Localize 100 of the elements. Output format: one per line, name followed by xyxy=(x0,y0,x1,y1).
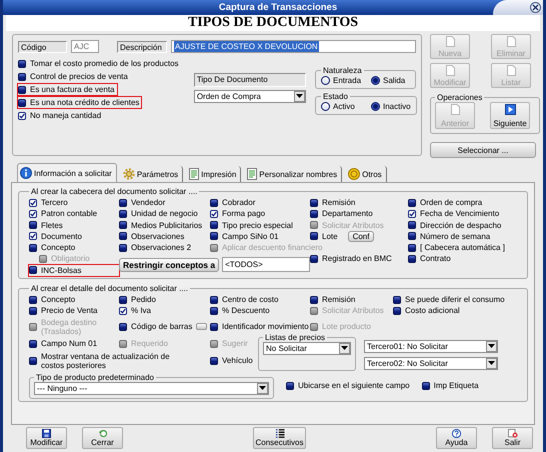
sheet-icon xyxy=(247,168,258,180)
tab[interactable]: Parámetros xyxy=(120,166,184,182)
checkbox[interactable] xyxy=(408,210,416,218)
checkbox[interactable] xyxy=(310,296,318,304)
checkbox[interactable] xyxy=(119,198,127,206)
close-button[interactable]: Cerrar xyxy=(82,427,123,450)
checkbox[interactable] xyxy=(119,210,127,218)
concepts-field[interactable]: <TODOS> xyxy=(222,257,310,272)
checkbox[interactable] xyxy=(29,232,37,240)
close-button[interactable] xyxy=(530,2,541,13)
group-title: Al crear la cabecera del documento solicitar .... xyxy=(30,187,198,196)
checkbox[interactable] xyxy=(29,356,37,365)
group-title: Al crear el detalle del documento solicitar .... xyxy=(30,284,189,293)
checkbox[interactable] xyxy=(210,221,218,230)
checkbox[interactable] xyxy=(408,254,416,263)
checkbox[interactable] xyxy=(29,244,37,252)
checkbox[interactable] xyxy=(18,98,26,106)
checkbox[interactable] xyxy=(18,72,26,80)
checkbox[interactable] xyxy=(210,232,218,240)
checkbox[interactable] xyxy=(18,60,26,68)
checkbox[interactable] xyxy=(29,198,37,206)
code-field[interactable]: AJC xyxy=(71,40,99,53)
tab[interactable]: Información a solicitar xyxy=(17,163,117,182)
group-title: Operaciones xyxy=(436,93,484,102)
radio-button[interactable] xyxy=(321,76,330,85)
checkbox[interactable] xyxy=(408,244,416,252)
checkbox[interactable] xyxy=(310,198,318,206)
checkbox[interactable] xyxy=(408,198,416,206)
checkbox[interactable] xyxy=(29,296,37,304)
group-title: Tipo de producto predeterminado xyxy=(35,372,155,382)
checkbox[interactable] xyxy=(408,221,416,230)
checkbox[interactable] xyxy=(310,210,318,218)
checkbox[interactable] xyxy=(210,296,218,304)
tab[interactable]: Personalizar nombres xyxy=(245,166,342,182)
checkbox[interactable] xyxy=(210,198,218,206)
radio-button[interactable] xyxy=(371,102,380,111)
checkbox[interactable] xyxy=(210,322,218,331)
checkbox-label: Remisión xyxy=(322,295,356,304)
checkbox[interactable] xyxy=(119,232,127,240)
tab[interactable]: Otros xyxy=(346,166,387,182)
config-button[interactable]: Conf xyxy=(348,230,374,242)
checkbox-label: Remisión xyxy=(322,198,356,207)
document-icon xyxy=(506,36,516,47)
next-button[interactable]: Siguiente xyxy=(490,102,530,129)
checkbox-label: INC-Bolsas xyxy=(41,266,82,275)
checkbox-label: Solicitar Atributos xyxy=(322,220,384,230)
exit-button[interactable]: Salir xyxy=(492,427,533,450)
dropdown[interactable]: Tercero01: No Solicitar xyxy=(364,340,498,353)
dropdown[interactable]: --- Ninguno --- xyxy=(34,382,269,395)
checkbox[interactable] xyxy=(286,382,294,390)
checkbox[interactable] xyxy=(119,244,127,252)
checkbox-label: Orden de compra xyxy=(420,198,482,207)
checkbox[interactable] xyxy=(119,306,127,315)
sequences-button[interactable]: Consecutivos xyxy=(253,427,306,450)
checkbox[interactable] xyxy=(18,86,26,94)
radio-button[interactable] xyxy=(371,76,380,85)
checkbox[interactable] xyxy=(119,322,127,331)
play-icon xyxy=(504,104,516,115)
document-icon xyxy=(446,36,454,47)
checkbox[interactable] xyxy=(210,356,218,365)
dropdown[interactable]: Orden de Compra xyxy=(194,90,306,103)
checkbox-label: Forma pago xyxy=(222,209,266,218)
dropdown[interactable]: No Solicitar xyxy=(263,342,351,355)
checkbox[interactable] xyxy=(210,210,218,218)
radio-button[interactable] xyxy=(321,102,330,111)
checkbox[interactable] xyxy=(29,221,37,230)
checkbox[interactable] xyxy=(18,112,26,120)
checkbox-label: Tercero xyxy=(41,198,68,207)
checkbox[interactable] xyxy=(29,340,37,348)
radio-label: Entrada xyxy=(333,76,362,85)
checkbox-label: Medios Publicitarios xyxy=(131,220,202,230)
checkbox-label: Sugerir xyxy=(222,339,248,348)
modify-button[interactable]: Modificar xyxy=(26,427,67,450)
help-button[interactable]: Ayuda xyxy=(436,427,477,450)
checkbox[interactable] xyxy=(29,306,37,315)
checkbox[interactable] xyxy=(119,296,127,304)
checkbox[interactable] xyxy=(310,232,318,240)
field-label: Descripción xyxy=(117,40,167,52)
restrict-button[interactable]: Restringir conceptos a xyxy=(119,258,220,272)
checkbox[interactable] xyxy=(310,254,318,263)
checkbox[interactable] xyxy=(119,221,127,230)
checkbox[interactable] xyxy=(210,306,218,315)
checkbox-label: Fletes xyxy=(41,220,63,230)
description-field[interactable]: AJUSTE DE COSTEO X DEVOLUCION xyxy=(171,40,416,53)
checkbox[interactable] xyxy=(393,306,401,315)
select-button[interactable]: Seleccionar ... xyxy=(430,142,536,158)
checkbox[interactable] xyxy=(408,232,416,240)
caret-icon xyxy=(341,346,348,351)
checkbox[interactable] xyxy=(29,210,37,218)
checkbox[interactable] xyxy=(393,296,401,304)
checkbox-label: Requerido xyxy=(131,339,168,348)
checkbox[interactable] xyxy=(29,266,37,274)
checkbox[interactable] xyxy=(422,382,430,390)
checkbox-label: Concepto xyxy=(41,243,76,252)
checkbox-label: Número de semana xyxy=(420,232,490,241)
checkbox-label: Tipo precio especial xyxy=(222,220,293,230)
exit-icon xyxy=(506,429,518,438)
dropdown[interactable]: Tercero02: No Solicitar xyxy=(364,356,498,370)
checkbox-label: Registrado en BMC xyxy=(322,254,392,264)
tab[interactable]: Impresión xyxy=(187,166,242,182)
